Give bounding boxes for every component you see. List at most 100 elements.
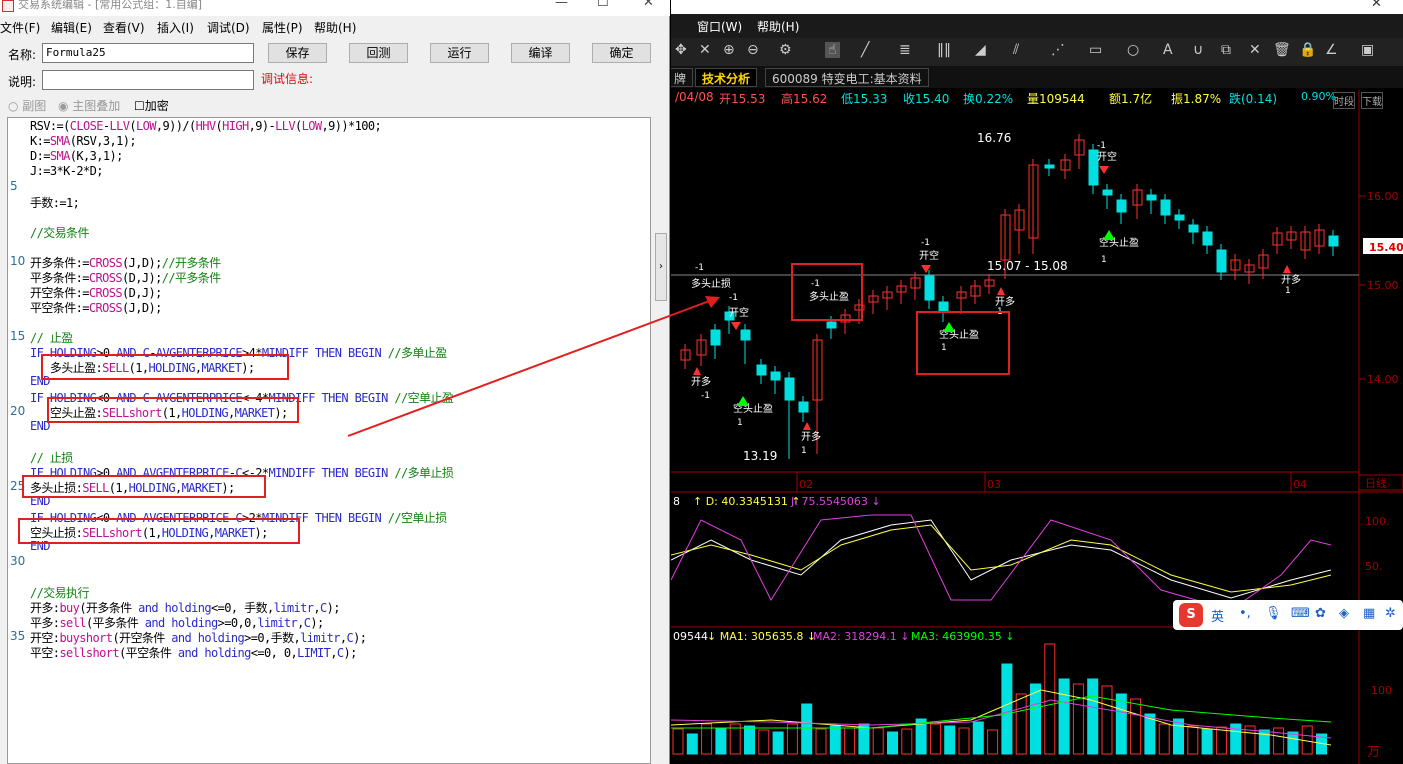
volume-bar (887, 731, 898, 755)
date-label: 03 (987, 478, 1001, 491)
buy-arrow-icon (1283, 265, 1291, 273)
menu-edit[interactable]: 编辑(E) (51, 19, 92, 36)
position-label: 1 (1101, 255, 1107, 265)
range-annotation: 15.07 - 15.08 (987, 259, 1068, 273)
sell-arrow-icon (731, 322, 741, 330)
save-button[interactable]: 保存 (268, 43, 327, 63)
keyboard-icon[interactable]: ⌨ (1291, 606, 1310, 621)
volume-bar (929, 723, 941, 755)
confirm-button[interactable]: 确定 (592, 43, 651, 63)
vol-unit-label: 万 (1367, 745, 1380, 760)
position-label: 1 (1285, 286, 1291, 296)
highlight-box (916, 311, 1010, 375)
volume-bar (715, 728, 727, 755)
game-icon[interactable]: ◈ (1339, 606, 1349, 621)
volume-bar (872, 727, 884, 755)
close-icon[interactable]: ✕ (643, 0, 654, 10)
volume-bar (1030, 683, 1041, 755)
price-label: 14.00 (1367, 373, 1399, 386)
collapse-panel-button[interactable]: › (655, 233, 667, 301)
ma3-label: MA3: 463990.35 ↓ (911, 630, 1014, 643)
volume-bar (972, 721, 984, 755)
position-label: -1 (1097, 141, 1106, 151)
take-profit-arrow-icon (1103, 230, 1115, 240)
candle-body (710, 329, 721, 346)
ime-mode[interactable]: 英 (1211, 606, 1224, 625)
candle-body (924, 275, 935, 301)
run-button[interactable]: 运行 (430, 43, 489, 63)
maximize-icon[interactable]: ☐ (597, 0, 609, 10)
code-line: K:=SMA(RSV,3,1); (30, 134, 137, 148)
ime-toolbar[interactable]: S 英 •, 🎙 ⌨ ✿ ◈ ▦ ✲ (1173, 600, 1403, 630)
ma2-label: MA2: 318294.1 ↓ (813, 630, 909, 643)
candle-body (1044, 164, 1055, 169)
compile-button[interactable]: 编译 (511, 43, 570, 63)
toolbox-icon[interactable]: ▦ (1363, 606, 1375, 621)
date-label: 04 (1293, 478, 1307, 491)
settings-icon[interactable]: ✲ (1385, 606, 1396, 621)
volume-bar (1201, 728, 1213, 755)
minimize-icon[interactable]: — (555, 0, 568, 10)
signal-label: 开空 (729, 306, 749, 319)
kdj-j-label: J: 75.5545063 ↓ (790, 495, 881, 508)
position-label: 1 (941, 343, 947, 353)
menu-debug[interactable]: 调试(D) (207, 19, 250, 36)
candle-body (770, 371, 781, 381)
menu-help[interactable]: 帮助(H) (314, 19, 356, 36)
volume-bar (944, 725, 956, 755)
volume-bar (987, 729, 999, 755)
main-overlay-radio[interactable]: ◉ 主图叠加 (58, 97, 120, 114)
menu-file[interactable]: 文件(F) (0, 19, 40, 36)
signal-label: 多头止损 (691, 277, 731, 290)
line-button-label: 日线 (1365, 476, 1387, 490)
code-editor[interactable]: 5 10 15 20 25 30 35 RSV:=(CLOSE-LLV(LOW,… (7, 117, 651, 764)
buy-arrow-icon (803, 422, 811, 430)
chart-canvas[interactable]: 16.0015.0014.0015.4002 03 04 日线16.7613.1915… (671, 0, 1403, 764)
sogou-logo-icon: S (1179, 603, 1203, 627)
position-label: -1 (729, 293, 738, 303)
code-line: D:=SMA(K,3,1); (30, 149, 123, 163)
volume-bar (901, 728, 913, 755)
subchart-radio[interactable]: ○ 副图 (8, 97, 46, 114)
kdj-level-label: 50. (1365, 560, 1383, 573)
kdj-j-line (671, 514, 1332, 611)
mic-icon[interactable]: 🎙 (1265, 606, 1282, 621)
skin-icon[interactable]: ✿ (1315, 606, 1326, 621)
take-profit-arrow-icon (943, 322, 955, 332)
encrypt-checkbox[interactable]: ☐加密 (134, 97, 169, 114)
line-gutter: 5 10 15 20 25 30 35 (8, 118, 30, 763)
candle-body (1188, 224, 1199, 233)
volume-bar (744, 725, 755, 755)
code-line: RSV:=(CLOSE-LLV(LOW,9))/(HHV(HIGH,9)-LLV… (30, 119, 382, 133)
desc-label: 说明: (8, 75, 37, 89)
volume-bar (1015, 693, 1027, 755)
candle-body (756, 364, 767, 376)
line-number: 15 (10, 329, 26, 343)
desc-field[interactable] (42, 70, 254, 90)
punctuation-icon[interactable]: •, (1239, 606, 1251, 621)
volume-bar (1273, 727, 1285, 755)
buy-arrow-icon (997, 287, 1005, 295)
code-line: 平空:sellshort(平空条件 and holding<=0, 0,LIMI… (30, 646, 357, 660)
line-number: 35 (10, 629, 26, 643)
candle-body (1216, 249, 1227, 273)
volume-bar (958, 727, 970, 755)
name-field[interactable]: Formula25 (42, 43, 254, 63)
volume-bar (1287, 731, 1299, 755)
signal-label: 开空 (919, 249, 939, 262)
backtest-button[interactable]: 回测 (349, 43, 408, 63)
editor-title: 交易系统编辑 - [常用公式组：1.自编] (18, 0, 203, 11)
candle-body (1102, 189, 1113, 196)
code-line: //交易条件 (30, 226, 89, 240)
sell-arrow-icon (1099, 166, 1109, 174)
volume-bar (672, 728, 684, 755)
volume-bar (1058, 678, 1070, 755)
buy-arrow-icon (693, 367, 701, 375)
menu-insert[interactable]: 插入(I) (157, 19, 194, 36)
menu-property[interactable]: 属性(P) (262, 19, 303, 36)
candle-body (1174, 214, 1185, 221)
line-number: 20 (10, 404, 26, 418)
vol-level-label: 100 (1371, 684, 1392, 697)
menu-view[interactable]: 查看(V) (103, 19, 145, 36)
highlight-box (22, 475, 266, 498)
